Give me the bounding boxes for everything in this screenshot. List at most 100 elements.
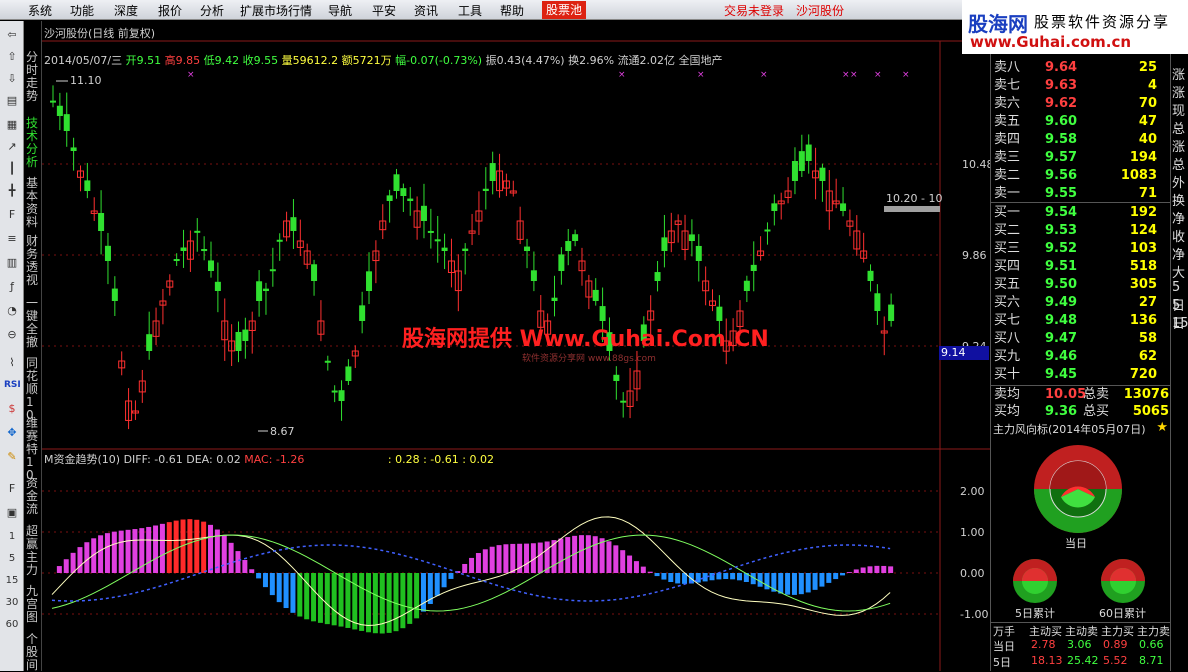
trade-login-status[interactable]: 交易未登录 xyxy=(724,2,784,19)
histogram-bar xyxy=(798,573,804,595)
clock-icon[interactable]: ◔ xyxy=(4,303,20,319)
histogram-bar xyxy=(228,542,234,573)
rsi-icon[interactable]: RSI xyxy=(4,377,21,393)
bid-row[interactable]: 买十 9.45 720 xyxy=(991,366,1171,384)
pie-5day-label: 5日累计 xyxy=(1015,607,1055,620)
up-arrow-icon[interactable]: ⇧ xyxy=(4,49,20,65)
ask-row[interactable]: 卖五 9.60 47 xyxy=(991,113,1171,131)
high-marker: 11.10 xyxy=(70,74,102,87)
candle-body xyxy=(565,241,572,251)
period-30[interactable]: 30 xyxy=(4,595,20,611)
candle-body xyxy=(111,288,118,301)
bid-row[interactable]: 买二 9.53 124 xyxy=(991,222,1171,240)
signal-mark: × xyxy=(697,70,705,80)
menu-news[interactable]: 资讯 xyxy=(414,2,438,19)
tab-individual[interactable]: 个股间 xyxy=(26,633,40,672)
tab-technical[interactable]: 技术分析 xyxy=(26,117,40,169)
tab-intraday[interactable]: 分时走势 xyxy=(26,51,40,103)
f5-icon[interactable]: F xyxy=(4,481,20,497)
histogram-bar xyxy=(311,573,317,622)
histogram-bar xyxy=(98,535,104,573)
menu-analysis[interactable]: 分析 xyxy=(200,2,224,19)
tab-cancel-all[interactable]: 一键全撤 xyxy=(26,297,40,349)
kline-icon[interactable]: ┃ xyxy=(4,161,20,177)
tab-wst10[interactable]: 维赛特10 xyxy=(26,417,40,482)
menu-depth[interactable]: 深度 xyxy=(114,2,138,19)
period-60[interactable]: 60 xyxy=(4,617,20,633)
tab-main-force[interactable]: 超赢主力 xyxy=(26,525,40,577)
line-chart-icon[interactable]: ↗ xyxy=(4,139,20,155)
menu-system[interactable]: 系统 xyxy=(28,2,52,19)
tab-profile[interactable]: 基本资料 xyxy=(26,177,40,229)
menu-navigate[interactable]: 导航 xyxy=(328,2,352,19)
menu-quote[interactable]: 报价 xyxy=(158,2,182,19)
bid-row[interactable]: 买五 9.50 305 xyxy=(991,276,1171,294)
ask-row[interactable]: 卖六 9.62 70 xyxy=(991,95,1171,113)
level-volume: 136 xyxy=(1129,313,1157,328)
period-5[interactable]: 5 xyxy=(4,551,20,567)
histogram-bar xyxy=(599,538,605,573)
ask-row[interactable]: 卖八 9.64 25 xyxy=(991,59,1171,77)
ask-row[interactable]: 卖四 9.58 40 xyxy=(991,131,1171,149)
indicator-name[interactable]: M资金趋势(10) xyxy=(44,453,120,466)
layout-icon[interactable]: ▣ xyxy=(4,505,20,521)
kline-chart-area[interactable]: 10.489.869.242.001.000.00-1.0010.20 - 10… xyxy=(42,21,992,671)
histogram-bar xyxy=(283,573,289,609)
menu-function[interactable]: 功能 xyxy=(70,2,94,19)
tab-ths10[interactable]: 同花顺10 xyxy=(26,357,40,422)
ask-row[interactable]: 卖一 9.55 71 xyxy=(991,185,1171,203)
bid-row[interactable]: 买四 9.51 518 xyxy=(991,258,1171,276)
ask-row[interactable]: 卖二 9.56 1083 xyxy=(991,167,1171,185)
level-label: 买九 xyxy=(994,349,1021,364)
star-icon[interactable]: ★ xyxy=(1156,420,1168,435)
low-marker: 8.67 xyxy=(270,425,295,438)
histogram-bar xyxy=(627,555,633,573)
menu-stock-pool[interactable]: 股票池 xyxy=(542,1,587,19)
finance-icon[interactable]: ▥ xyxy=(4,255,20,271)
back-arrow-icon[interactable]: ⇦ xyxy=(4,27,20,43)
bid-row[interactable]: 买三 9.52 103 xyxy=(991,240,1171,258)
level-volume: 25 xyxy=(1138,60,1157,75)
histogram-bar xyxy=(221,535,227,573)
histogram-bar xyxy=(249,569,255,573)
histogram-bar xyxy=(146,526,152,573)
tab-fund-flow[interactable]: 资金流 xyxy=(26,477,40,516)
ask-row[interactable]: 卖七 9.63 4 xyxy=(991,77,1171,95)
candle-icon[interactable]: ╋ xyxy=(4,183,20,199)
candle-body xyxy=(874,293,881,311)
bid-row[interactable]: 买一 9.54 192 xyxy=(991,204,1171,222)
flow-table-row: 当日 2.78 3.06 0.89 0.66 xyxy=(993,638,1164,653)
down-arrow-icon[interactable]: ⇩ xyxy=(4,71,20,87)
candle-body xyxy=(695,245,702,261)
period-1[interactable]: 1 xyxy=(4,529,20,545)
period-15[interactable]: 15 xyxy=(4,573,20,589)
menu-pingan[interactable]: 平安 xyxy=(372,2,396,19)
minus-icon[interactable]: ⊖ xyxy=(4,327,20,343)
menu-tools[interactable]: 工具 xyxy=(458,2,482,19)
bid-row[interactable]: 买七 9.48 136 xyxy=(991,312,1171,330)
news-icon[interactable]: ≡ xyxy=(4,231,20,247)
bid-row[interactable]: 买八 9.47 58 xyxy=(991,330,1171,348)
candle-body xyxy=(56,105,63,116)
money-icon[interactable]: $ xyxy=(4,401,20,417)
level-price: 9.49 xyxy=(1045,295,1078,310)
fx-icon[interactable]: ƒ xyxy=(4,279,20,295)
histogram-bar xyxy=(716,573,722,580)
tab-finance[interactable]: 财务透视 xyxy=(26,235,40,287)
move-icon[interactable]: ✥ xyxy=(4,425,20,441)
candle-body xyxy=(888,304,895,321)
bid-row[interactable]: 买九 9.46 62 xyxy=(991,348,1171,366)
signal-mark: × xyxy=(187,70,195,80)
menu-extended-market[interactable]: 扩展市场行情 xyxy=(240,2,312,19)
grid-icon[interactable]: ▦ xyxy=(4,117,20,133)
quote-list-icon[interactable]: ▤ xyxy=(4,93,20,109)
trend-icon[interactable]: ⌇ xyxy=(4,355,20,371)
candle-body xyxy=(214,281,221,291)
level-volume: 1083 xyxy=(1120,168,1157,183)
pencil-icon[interactable]: ✎ xyxy=(4,449,20,465)
f10-icon[interactable]: F xyxy=(4,207,20,223)
bid-row[interactable]: 买六 9.49 27 xyxy=(991,294,1171,312)
menu-help[interactable]: 帮助 xyxy=(500,2,524,19)
ask-row[interactable]: 卖三 9.57 194 xyxy=(991,149,1171,167)
tab-nine-grid[interactable]: 九宫图 xyxy=(26,585,40,624)
